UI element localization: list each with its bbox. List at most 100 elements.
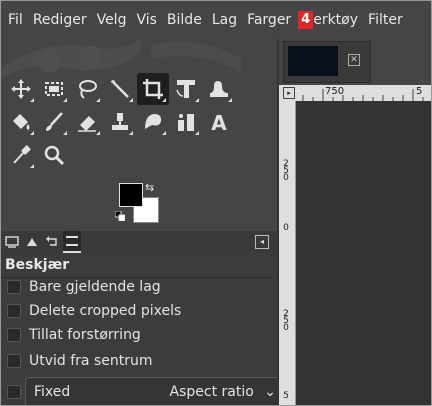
reset-colors-icon[interactable] <box>115 211 125 221</box>
menu-verktoy-label: erktøy <box>313 12 359 28</box>
transform-tool[interactable] <box>170 73 202 105</box>
ruler-label-h2: 5 <box>416 86 423 97</box>
warp-icon <box>210 81 228 97</box>
ruler-ticks <box>302 89 424 101</box>
swap-colors-icon[interactable]: ⇆ <box>145 181 154 194</box>
ruler-label-v1: 250 <box>283 159 289 183</box>
empty-slot-1 <box>236 73 268 105</box>
option-label: Bare gjeldende lag <box>29 279 161 295</box>
zoom-icon <box>44 145 65 166</box>
option-label: Delete cropped pixels <box>29 303 182 319</box>
image-tab[interactable]: ✕ <box>283 41 371 83</box>
lasso-icon <box>79 80 97 99</box>
path-tool[interactable] <box>170 106 202 138</box>
option-delete-cropped[interactable]: Delete cropped pixels <box>7 301 181 321</box>
fixed-aspect-row: Fixed Aspect ratio ⌄ <box>7 377 285 405</box>
crop-icon <box>143 79 163 99</box>
heal-icon <box>145 114 162 129</box>
dock-menu-button[interactable]: ◂ <box>255 235 269 249</box>
ruler-label-v4: 5 <box>283 391 289 401</box>
undo-history-icon <box>46 236 57 246</box>
paintbrush-icon <box>46 112 63 131</box>
transform-icon <box>176 80 195 98</box>
image-canvas[interactable] <box>296 101 431 405</box>
paint-dynamics-icon <box>27 238 37 246</box>
fixed-checkbox[interactable] <box>7 385 21 399</box>
ruler-label-v3: 250 <box>283 309 289 333</box>
dock-tab-bar: ◂ <box>1 231 277 253</box>
menu-verktoy[interactable]: 4 erktøy <box>296 1 363 39</box>
tab-images[interactable] <box>63 231 81 253</box>
horizontal-ruler[interactable]: ▸ 750 5 <box>279 85 431 102</box>
color-picker-icon <box>13 145 31 164</box>
checkbox[interactable] <box>7 354 21 368</box>
text-tool[interactable]: A <box>203 106 235 138</box>
option-label: Utvid fra sentrum <box>29 353 153 369</box>
menu-farger[interactable]: Farger <box>242 1 296 39</box>
tool-options-title: Beskjær <box>5 257 70 273</box>
aspect-select: Aspect ratio ⌄ <box>170 384 276 400</box>
ruler-label-h1: 750 <box>325 86 345 97</box>
color-picker-tool[interactable] <box>5 139 37 171</box>
rect-select-tool[interactable] <box>38 73 70 105</box>
heal-tool[interactable] <box>137 106 169 138</box>
image-tab-bar: ✕ <box>279 39 431 85</box>
menu-rediger[interactable]: Rediger <box>28 1 92 39</box>
close-icon[interactable]: ✕ <box>348 54 360 66</box>
bucket-fill-icon <box>13 114 30 130</box>
option-current-layer-only[interactable]: Bare gjeldende lag <box>7 277 161 297</box>
svg-text:A: A <box>211 111 227 133</box>
menu-vis[interactable]: Vis <box>131 1 161 39</box>
tool-options-panel: Beskjær Bare gjeldende lag Delete croppe… <box>1 253 285 405</box>
menu-lag[interactable]: Lag <box>207 1 242 39</box>
ruler-label-v2: 0 <box>283 223 289 233</box>
bucket-fill-tool[interactable] <box>5 106 37 138</box>
aspect-select-value: Aspect ratio <box>169 384 254 400</box>
text-icon: A <box>211 111 227 133</box>
gimp-window: Fil Rediger Velg Vis Bilde Lag Farger 4 … <box>0 0 432 406</box>
step-badge: 4 <box>298 11 314 29</box>
eraser-icon <box>78 116 96 132</box>
menu-fil[interactable]: Fil <box>1 1 28 39</box>
paintbrush-tool[interactable] <box>38 106 70 138</box>
tab-paint-dynamics[interactable] <box>23 232 41 252</box>
crop-tool[interactable] <box>137 73 169 105</box>
toolbox-dock: A ⇆ ◂ Beskjær Bare gjeldende lag Delete … <box>1 39 285 405</box>
empty-slot-2 <box>236 106 268 138</box>
warp-tool[interactable] <box>203 73 235 105</box>
menu-bilde[interactable]: Bilde <box>162 1 207 39</box>
menu-filter[interactable]: Filter <box>363 1 408 39</box>
images-icon <box>66 236 78 246</box>
eraser-tool[interactable] <box>71 106 103 138</box>
image-thumbnail <box>288 46 338 76</box>
move-tool[interactable] <box>5 73 37 105</box>
tab-undo-history[interactable] <box>43 232 61 252</box>
tool-options-icon <box>5 236 19 248</box>
tab-tool-options[interactable] <box>3 232 21 252</box>
chevron-down-icon: ⌄ <box>264 384 276 400</box>
lasso-tool[interactable] <box>71 73 103 105</box>
zoom-tool[interactable] <box>38 139 70 171</box>
fuzzy-select-tool[interactable] <box>104 73 136 105</box>
path-icon <box>178 114 194 131</box>
rect-select-icon <box>45 82 63 96</box>
fixed-aspect-dropdown[interactable]: Fixed Aspect ratio ⌄ <box>25 377 285 405</box>
option-expand-from-center[interactable]: Utvid fra sentrum <box>7 351 153 371</box>
checkbox[interactable] <box>7 304 21 318</box>
menubar: Fil Rediger Velg Vis Bilde Lag Farger 4 … <box>1 1 431 39</box>
color-selector: ⇆ <box>113 181 163 225</box>
fixed-label: Fixed <box>34 384 71 400</box>
move-icon <box>11 79 31 99</box>
toolbox: A <box>5 73 268 172</box>
clone-tool[interactable] <box>104 106 136 138</box>
option-allow-growing[interactable]: Tillat forstørring <box>7 325 141 345</box>
fuzzy-select-icon <box>110 79 129 98</box>
checkbox[interactable] <box>7 328 21 342</box>
menu-velg[interactable]: Velg <box>92 1 132 39</box>
vertical-ruler[interactable]: 250 0 250 5 <box>279 101 296 405</box>
clone-icon <box>112 113 128 130</box>
checkbox[interactable] <box>7 280 21 294</box>
option-label: Tillat forstørring <box>29 327 141 343</box>
image-window: ✕ ▸ 750 5 250 0 2 5 0 5 <box>277 39 431 405</box>
foreground-color-swatch[interactable] <box>119 183 143 207</box>
